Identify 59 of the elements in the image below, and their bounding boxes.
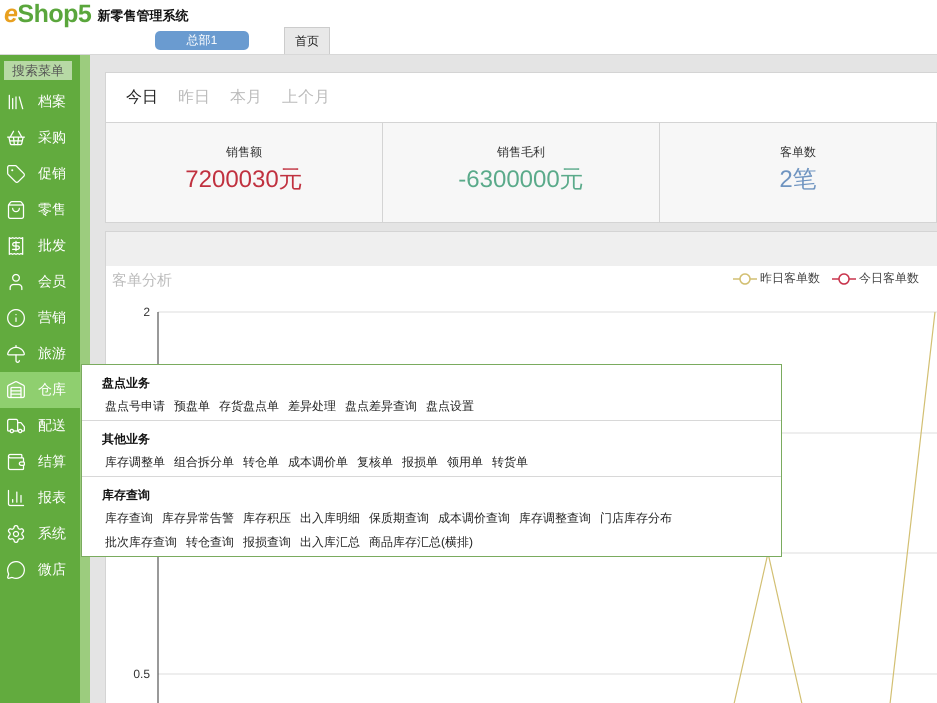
- logo: eShop5: [4, 1, 92, 27]
- submenu-heading: 其他业务: [102, 432, 151, 447]
- binders-icon: [6, 92, 26, 112]
- submenu-link[interactable]: 批次库存查询: [105, 534, 177, 551]
- submenu-link[interactable]: 差异处理: [288, 398, 336, 415]
- submenu-link[interactable]: 门店库存分布: [600, 510, 672, 527]
- submenu-heading: 库存查询: [102, 488, 151, 503]
- submenu-link[interactable]: 组合拆分单: [174, 454, 234, 471]
- receipt-icon: [6, 236, 26, 256]
- bag-icon: [6, 200, 26, 220]
- menu-search-field[interactable]: 搜索菜单: [4, 61, 72, 80]
- submenu-link[interactable]: 库存调整查询: [519, 510, 591, 527]
- submenu-link[interactable]: 复核单: [357, 454, 393, 471]
- wallet-icon: [6, 452, 26, 472]
- truck-icon: [6, 416, 26, 436]
- submenu-link[interactable]: 出入库汇总: [300, 534, 360, 551]
- submenu-link[interactable]: 库存查询: [105, 510, 153, 527]
- legend-item[interactable]: 昨日客单数: [733, 270, 820, 287]
- submenu-link[interactable]: 库存异常告警: [162, 510, 234, 527]
- submenu-link[interactable]: 领用单: [447, 454, 483, 471]
- submenu-link[interactable]: 转仓单: [243, 454, 279, 471]
- legend-item[interactable]: 今日客单数: [832, 270, 919, 287]
- stat-label: 销售毛利: [497, 144, 545, 161]
- submenu-link[interactable]: 存货盘点单: [219, 398, 279, 415]
- app-title: 新零售管理系统: [97, 7, 188, 25]
- submenu-link[interactable]: 盘点号申请: [105, 398, 165, 415]
- period-tab[interactable]: 今日: [126, 87, 158, 108]
- submenu-link[interactable]: 盘点差异查询: [345, 398, 417, 415]
- chat-icon: [6, 560, 26, 580]
- info-icon: [6, 308, 26, 328]
- submenu-link[interactable]: 出入库明细: [300, 510, 360, 527]
- submenu-link[interactable]: 转仓查询: [186, 534, 234, 551]
- chart-title: 客单分析: [112, 271, 172, 290]
- stat-value: -6300000元: [458, 165, 584, 195]
- submenu-link[interactable]: 报损单: [402, 454, 438, 471]
- submenu-link[interactable]: 预盘单: [174, 398, 210, 415]
- submenu-link[interactable]: 库存调整单: [105, 454, 165, 471]
- y-tick-label: 0.5: [133, 667, 150, 681]
- stat-value: 7200030元: [185, 165, 303, 195]
- basket-icon: [6, 128, 26, 148]
- submenu-link[interactable]: 库存积压: [243, 510, 291, 527]
- page-tab[interactable]: 首页: [284, 27, 330, 54]
- submenu-link[interactable]: 报损查询: [243, 534, 291, 551]
- submenu-link[interactable]: 商品库存汇总(横排): [369, 534, 473, 551]
- warehouse-icon: [6, 380, 26, 400]
- bar-chart-icon: [6, 488, 26, 508]
- tag-icon: [6, 164, 26, 184]
- submenu-link[interactable]: 转货单: [492, 454, 528, 471]
- stat-value: 2笔: [779, 165, 817, 195]
- stat-label: 销售额: [226, 144, 262, 161]
- submenu-link[interactable]: 成本调价查询: [438, 510, 510, 527]
- y-tick-label: 2: [143, 305, 150, 319]
- submenu-link[interactable]: 盘点设置: [426, 398, 474, 415]
- submenu-link[interactable]: 保质期查询: [369, 510, 429, 527]
- submenu-link[interactable]: 成本调价单: [288, 454, 348, 471]
- settings-icon: [6, 524, 26, 544]
- stat-label: 客单数: [780, 144, 816, 161]
- umbrella-icon: [6, 344, 26, 364]
- submenu-heading: 盘点业务: [102, 376, 151, 391]
